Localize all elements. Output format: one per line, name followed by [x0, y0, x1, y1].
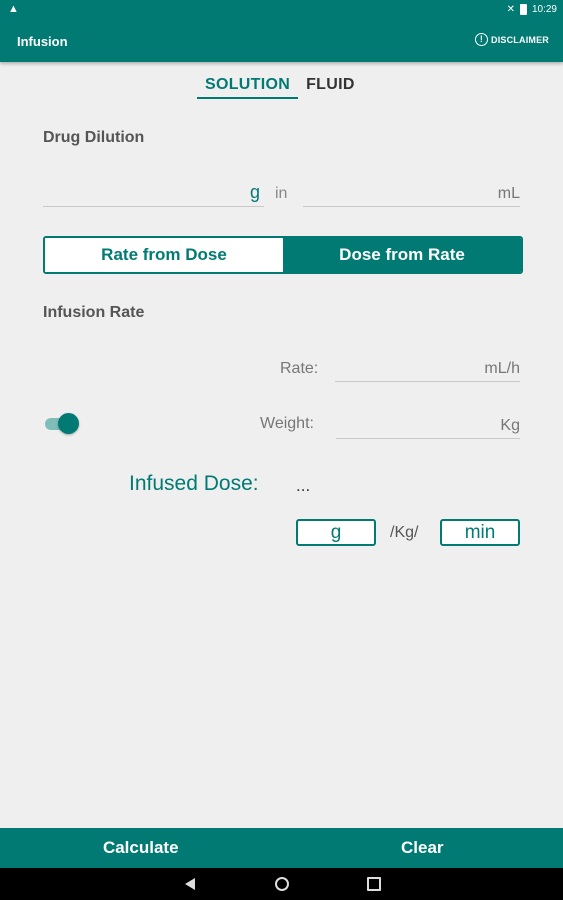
recents-icon[interactable]: [367, 877, 381, 891]
drug-amount-unit: g: [249, 182, 260, 202]
app-bar: Infusion ! DISCLAIMER: [0, 20, 563, 62]
bottom-action-bar: Calculate Clear: [0, 828, 563, 868]
info-icon: !: [475, 33, 488, 46]
weight-switch[interactable]: [45, 413, 79, 434]
clear-button[interactable]: Clear: [282, 828, 563, 868]
signal-icon: ✕: [506, 4, 515, 15]
volume-unit: mL: [497, 185, 520, 202]
system-nav-bar: [0, 868, 563, 900]
status-icons: ✕ 10:29: [507, 4, 557, 15]
warning-icon: ▲: [8, 3, 19, 15]
app-title: Infusion: [17, 34, 68, 49]
dose-from-rate-button[interactable]: Dose from Rate: [283, 238, 521, 272]
mass-unit-selector[interactable]: g: [296, 519, 376, 546]
rate-field[interactable]: mL/h: [335, 357, 520, 382]
status-bar: ▲ ✕ 10:29: [0, 0, 563, 20]
tab-solution[interactable]: SOLUTION: [197, 74, 299, 99]
infused-dose-value: ...: [296, 476, 311, 495]
tab-bar: SOLUTION FLUID: [197, 74, 355, 99]
back-icon[interactable]: [185, 878, 195, 890]
calculate-button[interactable]: Calculate: [0, 828, 282, 868]
disclaimer-button[interactable]: ! DISCLAIMER: [475, 33, 549, 46]
clock: 10:29: [531, 4, 557, 15]
drug-amount-field[interactable]: g: [43, 182, 264, 207]
dilution-joiner: in: [275, 185, 288, 202]
infusion-rate-heading: Infusion Rate: [43, 304, 145, 321]
home-icon[interactable]: [275, 877, 289, 891]
tab-fluid[interactable]: FLUID: [298, 74, 355, 99]
drug-dilution-heading: Drug Dilution: [43, 129, 145, 146]
weight-label: Weight:: [260, 415, 314, 432]
per-weight-label: /Kg/: [390, 524, 419, 541]
rate-from-dose-button[interactable]: Rate from Dose: [45, 238, 283, 272]
switch-thumb: [58, 413, 79, 434]
time-unit-selector[interactable]: min: [440, 519, 520, 546]
rate-label: Rate:: [280, 360, 319, 377]
infused-dose-label: Infused Dose:: [129, 472, 259, 495]
disclaimer-label: DISCLAIMER: [491, 34, 549, 45]
weight-unit: Kg: [500, 417, 520, 434]
battery-icon: [519, 4, 527, 15]
mode-segmented-control: Rate from Dose Dose from Rate: [43, 236, 523, 274]
volume-field[interactable]: mL: [303, 182, 520, 207]
weight-field[interactable]: Kg: [336, 414, 520, 439]
rate-unit: mL/h: [484, 360, 520, 377]
